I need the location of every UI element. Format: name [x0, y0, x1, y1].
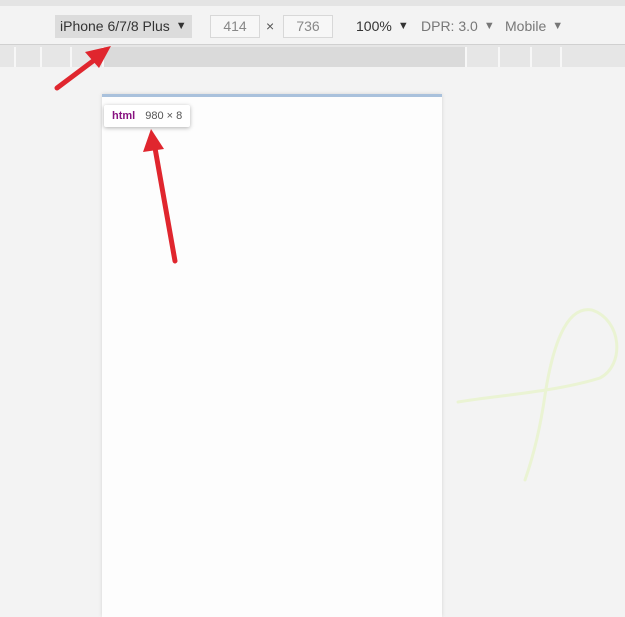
- dpr-label: DPR: 3.0: [421, 18, 478, 34]
- device-viewport[interactable]: [102, 94, 442, 617]
- device-dropdown[interactable]: iPhone 6/7/8 Plus ▼: [55, 15, 192, 38]
- faint-drawing: [456, 308, 619, 482]
- tooltip-tag-name: html: [112, 110, 136, 122]
- ruler-divider: [530, 47, 532, 67]
- media-query-bar-center[interactable]: [102, 47, 465, 67]
- ruler-divider: [40, 47, 42, 67]
- chevron-down-icon: ▼: [175, 20, 187, 32]
- ruler-divider: [498, 47, 500, 67]
- ruler-divider: [70, 47, 72, 67]
- mode-dropdown[interactable]: Mobile ▼: [505, 15, 563, 38]
- ruler-divider: [560, 47, 562, 67]
- chevron-down-icon: ▼: [397, 20, 409, 32]
- zoom-label: 100%: [356, 18, 392, 34]
- element-inspect-tooltip: html 980 × 8: [104, 105, 191, 127]
- dpr-dropdown[interactable]: DPR: 3.0 ▼: [421, 15, 495, 38]
- chevron-down-icon: ▼: [552, 20, 564, 32]
- device-toolbar: iPhone 6/7/8 Plus ▼ 414 × 736 100% ▼ DPR…: [0, 6, 625, 45]
- chevron-down-icon: ▼: [483, 20, 495, 32]
- tooltip-dimensions: 980 × 8: [145, 110, 183, 122]
- device-label: iPhone 6/7/8 Plus: [60, 18, 170, 34]
- width-input[interactable]: 414: [210, 15, 260, 38]
- mode-label: Mobile: [505, 18, 547, 34]
- ruler-divider: [465, 47, 467, 67]
- zoom-dropdown[interactable]: 100% ▼: [356, 15, 409, 38]
- height-input[interactable]: 736: [283, 15, 333, 38]
- ruler-divider: [102, 47, 104, 67]
- ruler-divider: [14, 47, 16, 67]
- dimension-separator: ×: [266, 18, 275, 34]
- media-query-bar[interactable]: [0, 45, 625, 67]
